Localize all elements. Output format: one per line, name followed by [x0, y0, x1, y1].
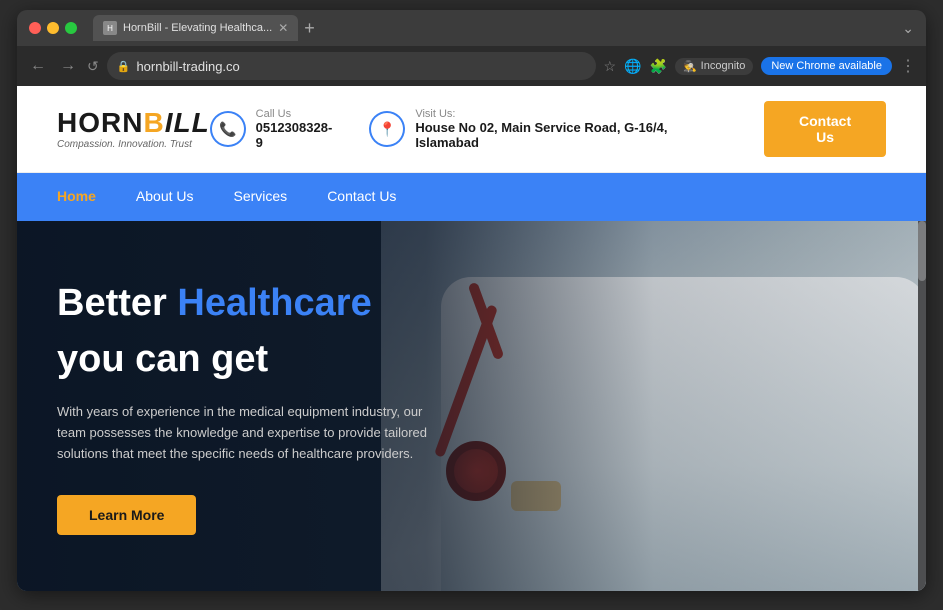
back-btn[interactable]: ←	[27, 57, 49, 75]
lock-icon: 🔒	[117, 60, 131, 73]
website: HORNBILL Compassion. Innovation. Trust 📞…	[17, 86, 926, 591]
active-tab[interactable]: H HornBill - Elevating Healthca... ✕	[93, 15, 298, 41]
visit-label: Visit Us:	[415, 108, 734, 120]
phone-contact: 📞 Call Us 0512308328-9	[210, 108, 340, 150]
site-header: HORNBILL Compassion. Innovation. Trust 📞…	[17, 86, 926, 173]
tab-bar: H HornBill - Elevating Healthca... ✕ + ⌄	[93, 15, 914, 41]
close-traffic-light[interactable]	[29, 22, 41, 34]
hero-title-highlight: Healthcare	[177, 282, 371, 324]
toolbar-actions: ☆ 🌐 🧩 🕵 Incognito New Chrome available ⋮	[604, 56, 916, 76]
maximize-traffic-light[interactable]	[65, 22, 77, 34]
chrome-update-btn[interactable]: New Chrome available	[761, 57, 892, 75]
tab-title: HornBill - Elevating Healthca...	[123, 22, 272, 34]
extension-icon[interactable]: 🧩	[650, 58, 667, 75]
tab-favicon: H	[103, 21, 117, 35]
call-label: Call Us	[256, 108, 340, 120]
refresh-btn[interactable]: ↺	[87, 58, 99, 75]
tab-expand-btn[interactable]: ⌄	[902, 20, 914, 37]
call-number: 0512308328-9	[256, 120, 340, 150]
site-nav: Home About Us Services Contact Us	[17, 173, 926, 221]
incognito-label: Incognito	[701, 60, 746, 72]
tab-close-btn[interactable]: ✕	[278, 21, 288, 35]
learn-more-btn[interactable]: Learn More	[57, 495, 196, 535]
hero-section: Better Healthcare you can get With years…	[17, 221, 926, 591]
address-bar[interactable]: 🔒 hornbill-trading.co	[107, 52, 596, 80]
nav-item-about[interactable]: About Us	[136, 188, 194, 206]
nav-link-about[interactable]: About Us	[136, 174, 194, 218]
header-contact-btn[interactable]: Contact Us	[764, 101, 886, 157]
nav-link-contact[interactable]: Contact Us	[327, 174, 396, 218]
logo-tagline: Compassion. Innovation. Trust	[57, 139, 210, 150]
location-icon: 📍	[369, 111, 405, 147]
phone-info: Call Us 0512308328-9	[256, 108, 340, 150]
address-contact: 📍 Visit Us: House No 02, Main Service Ro…	[369, 108, 734, 150]
nav-item-services[interactable]: Services	[234, 188, 288, 206]
hero-description: With years of experience in the medical …	[57, 402, 437, 464]
hero-title-normal: Better	[57, 282, 167, 324]
nav-link-services[interactable]: Services	[234, 174, 288, 218]
nav-links: Home About Us Services Contact Us	[57, 188, 396, 206]
hero-subtitle: you can get	[57, 337, 477, 383]
traffic-lights	[29, 22, 77, 34]
incognito-badge: 🕵 Incognito	[675, 58, 753, 75]
logo: HORNBILL Compassion. Innovation. Trust	[57, 109, 210, 150]
hero-title: Better Healthcare	[57, 281, 477, 327]
hero-content: Better Healthcare you can get With years…	[17, 221, 517, 575]
visit-address: House No 02, Main Service Road, G-16/4, …	[415, 120, 734, 150]
forward-btn[interactable]: →	[57, 57, 79, 75]
logo-bill: ILL	[165, 107, 210, 138]
phone-icon: 📞	[210, 111, 246, 147]
nav-link-home[interactable]: Home	[57, 174, 96, 218]
nav-item-contact[interactable]: Contact Us	[327, 188, 396, 206]
browser-menu-btn[interactable]: ⋮	[900, 56, 916, 76]
globe-icon[interactable]: 🌐	[624, 58, 641, 75]
logo-horn: HORN	[57, 107, 143, 138]
incognito-icon: 🕵	[683, 60, 697, 73]
minimize-traffic-light[interactable]	[47, 22, 59, 34]
address-info: Visit Us: House No 02, Main Service Road…	[415, 108, 734, 150]
new-tab-btn[interactable]: +	[304, 18, 315, 39]
titlebar: H HornBill - Elevating Healthca... ✕ + ⌄	[17, 10, 926, 46]
header-contact: 📞 Call Us 0512308328-9 📍 Visit Us: House…	[210, 101, 886, 157]
browser-window: H HornBill - Elevating Healthca... ✕ + ⌄…	[17, 10, 926, 591]
nav-item-home[interactable]: Home	[57, 188, 96, 206]
browser-toolbar: ← → ↺ 🔒 hornbill-trading.co ☆ 🌐 🧩 🕵 Inco…	[17, 46, 926, 86]
url-text: hornbill-trading.co	[136, 59, 239, 74]
logo-text: HORNBILL	[57, 109, 210, 137]
bookmark-icon[interactable]: ☆	[604, 58, 617, 75]
logo-b: B	[143, 107, 164, 138]
